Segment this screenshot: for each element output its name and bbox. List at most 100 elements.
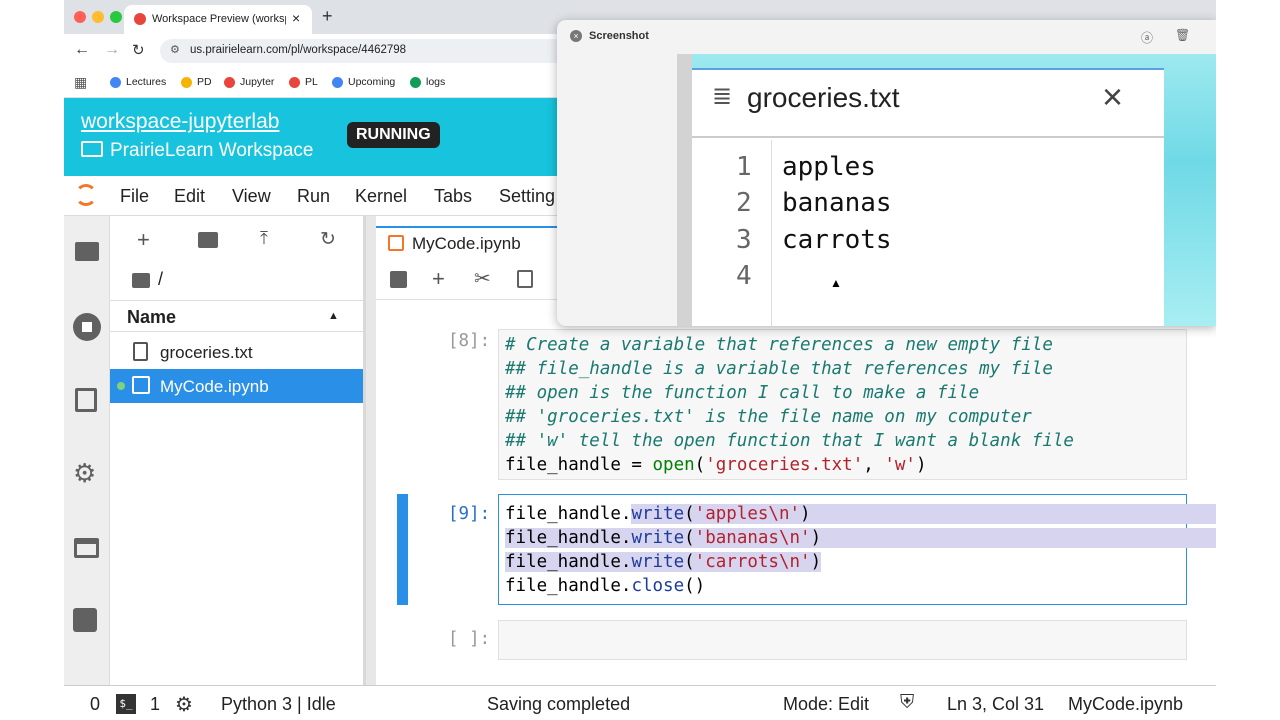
name-column-label: Name (127, 307, 177, 327)
active-cell-indicator (397, 494, 408, 605)
trash-icon[interactable]: 🗑 (1175, 28, 1190, 42)
cursor-position[interactable]: Ln 3, Col 31 (947, 694, 1044, 715)
minimize-window-button[interactable] (92, 11, 104, 23)
save-status: Saving completed (487, 694, 631, 714)
browser-tab[interactable]: Workspace Preview (worksp × (124, 5, 312, 34)
new-folder-icon[interactable] (198, 232, 218, 248)
folder-icon[interactable] (132, 273, 150, 288)
save-icon[interactable] (390, 271, 407, 288)
tab-close-icon[interactable]: × (292, 10, 300, 26)
url-text: us.prairielearn.com/pl/workspace/4462798 (190, 44, 407, 56)
insert-cell-button[interactable]: + (432, 266, 445, 292)
pear-icon (181, 76, 192, 88)
menu-view[interactable]: View (232, 186, 271, 207)
markup-icon[interactable]: ⓐ (1141, 29, 1153, 46)
breadcrumb[interactable]: / (158, 269, 163, 290)
site-info-icon[interactable]: ⚙ (170, 43, 180, 56)
line-gutter (692, 140, 772, 326)
menu-edit[interactable]: Edit (174, 186, 205, 207)
activity-rail: ⚙ (64, 216, 110, 685)
running-icon[interactable] (73, 313, 101, 341)
tab-title: Workspace Preview (worksp (152, 13, 286, 25)
workspace-name-link[interactable]: workspace-jupyterlab (81, 110, 279, 134)
kernel-count[interactable]: 1 (150, 694, 160, 715)
commands-icon[interactable] (75, 388, 97, 412)
list-item-selected[interactable]: MyCode.ipynb (110, 369, 363, 403)
close-window-button[interactable] (74, 11, 86, 23)
back-icon[interactable]: ← (74, 41, 90, 59)
file-line: apples (782, 152, 876, 182)
active-file-name: MyCode.ipynb (1068, 694, 1184, 714)
text-file-icon: ≣ (712, 83, 733, 110)
cut-icon[interactable]: ✂ (474, 266, 491, 291)
file-browser: + ⤒ ↻ / Name ▲ groceries.txt MyCode.ipyn… (110, 216, 366, 685)
extension-icon[interactable] (73, 608, 97, 632)
copy-icon[interactable] (517, 270, 533, 288)
cell-prompt: [9]: (448, 504, 491, 524)
bookmark-jupyter[interactable]: Jupyter (224, 76, 274, 88)
url-field[interactable]: ⚙ us.prairielearn.com/pl/workspace/44627… (160, 39, 590, 63)
gear-icon[interactable]: ⚙ (175, 692, 193, 717)
reload-icon[interactable]: ↻ (132, 41, 145, 59)
drive-icon (410, 76, 421, 88)
screenshot-left-bar (677, 54, 692, 326)
apps-grid-icon[interactable]: ▦ (74, 74, 87, 91)
pl-icon (289, 76, 300, 88)
close-icon[interactable]: × (1102, 76, 1123, 118)
file-viewer-panel: ≣ groceries.txt × 1 apples 2 bananas 3 c… (692, 68, 1164, 326)
code-line: # Create a variable that references a ne… (505, 335, 1074, 475)
bookmark-upcoming[interactable]: Upcoming (332, 76, 395, 88)
screenshot-window: × Screenshot ⓐ 🗑 ≣ groceries.txt × 1 app… (557, 20, 1216, 326)
close-icon[interactable]: × (570, 30, 582, 42)
shield-icon[interactable]: ⛨ (900, 692, 914, 714)
list-item[interactable]: groceries.txt (110, 335, 363, 369)
terminal-count[interactable]: 0 (90, 694, 100, 715)
menu-run[interactable]: Run (297, 186, 330, 207)
line-number: 1 (736, 152, 752, 182)
favicon-icon (134, 13, 146, 25)
bookmark-pd[interactable]: PD (181, 76, 212, 88)
desktop-edge (1216, 0, 1280, 720)
gear-icon[interactable]: ⚙ (73, 460, 96, 486)
new-launcher-button[interactable]: + (137, 227, 150, 253)
empty-code-cell[interactable] (498, 620, 1187, 660)
mode-indicator: Mode: Edit (783, 694, 870, 714)
tabs-icon[interactable] (74, 538, 99, 558)
cell-prompt: [ ]: (448, 629, 491, 649)
bookmark-logs[interactable]: logs (410, 76, 445, 88)
terminal-icon[interactable]: $_ (116, 694, 136, 714)
line-number: 3 (736, 225, 752, 255)
active-code-cell-editor[interactable]: file_handle.write('apples\n') file_handl… (498, 494, 1275, 605)
drive-icon (332, 76, 343, 88)
tab-label: MyCode.ipynb (412, 234, 521, 253)
column-header[interactable]: Name ▲ (110, 300, 363, 332)
laptop-code-icon (81, 141, 103, 157)
upload-icon[interactable]: ⤒ (260, 228, 268, 249)
drive-icon (110, 76, 121, 88)
desktop-edge (0, 0, 64, 720)
file-title: groceries.txt (747, 82, 900, 113)
tab-notebook[interactable]: MyCode.ipynb (376, 226, 566, 258)
folder-icon[interactable] (75, 242, 99, 261)
bookmark-lectures[interactable]: Lectures (110, 76, 166, 88)
file-name: MyCode.ipynb (160, 377, 269, 396)
code-cell-editor[interactable]: # Create a variable that references a ne… (498, 329, 1187, 480)
menu-kernel[interactable]: Kernel (355, 186, 407, 207)
menu-file[interactable]: File (120, 186, 149, 207)
file-line: bananas (782, 188, 892, 218)
menu-settings[interactable]: Setting (499, 186, 555, 207)
kernel-status[interactable]: Python 3 | Idle (221, 694, 336, 715)
bookmark-pl[interactable]: PL (289, 76, 318, 88)
file-name: groceries.txt (160, 343, 253, 362)
forward-icon[interactable]: → (104, 41, 120, 59)
new-tab-button[interactable]: + (322, 6, 333, 27)
window-title: Screenshot (589, 30, 649, 42)
line-number: 2 (736, 188, 752, 218)
zoom-window-button[interactable] (110, 11, 122, 23)
sort-ascending-icon: ▲ (328, 310, 339, 322)
menu-tabs[interactable]: Tabs (434, 186, 472, 207)
jupyter-logo-icon (75, 184, 97, 206)
running-dot-icon (117, 382, 125, 390)
refresh-icon[interactable]: ↻ (320, 228, 336, 251)
file-line: carrots (782, 225, 892, 255)
